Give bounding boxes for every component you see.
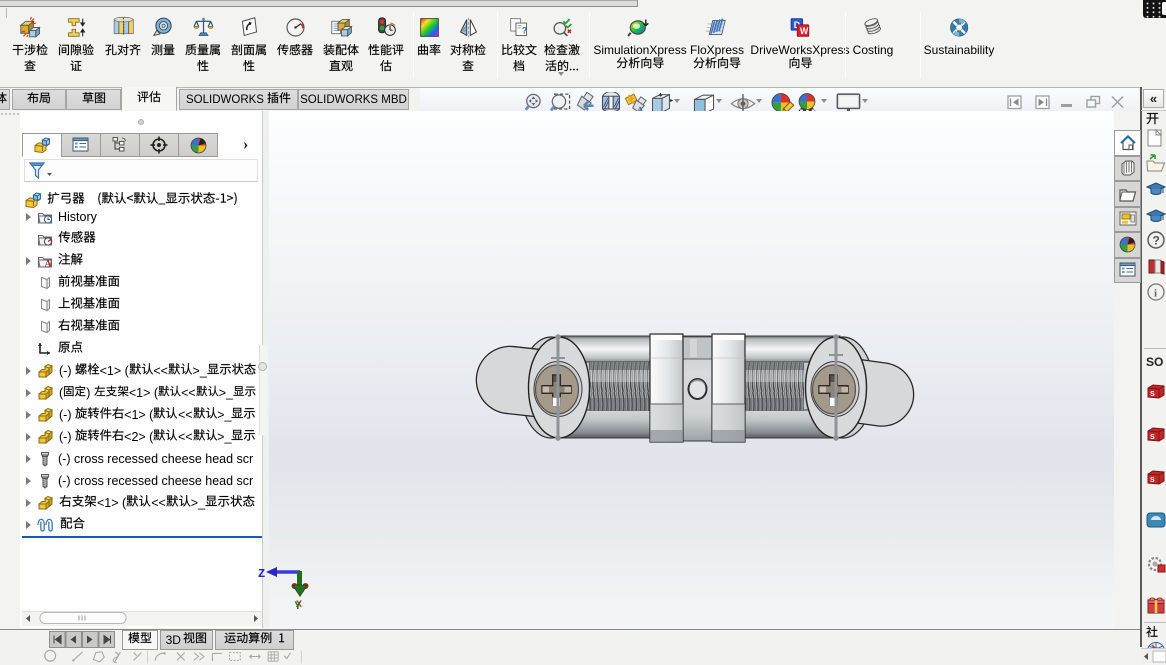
svg-text:S: S bbox=[1150, 434, 1155, 441]
svg-text:W: W bbox=[800, 26, 809, 36]
svg-text:?: ? bbox=[521, 26, 526, 36]
svg-text:S: S bbox=[1150, 477, 1155, 484]
svg-text:Y: Y bbox=[295, 601, 302, 613]
svg-text:Z: Z bbox=[258, 567, 265, 581]
svg-text:?: ? bbox=[1153, 234, 1160, 248]
svg-text:S: S bbox=[1150, 391, 1155, 398]
svg-text:A: A bbox=[45, 259, 52, 269]
svg-text:i: i bbox=[1154, 288, 1157, 300]
